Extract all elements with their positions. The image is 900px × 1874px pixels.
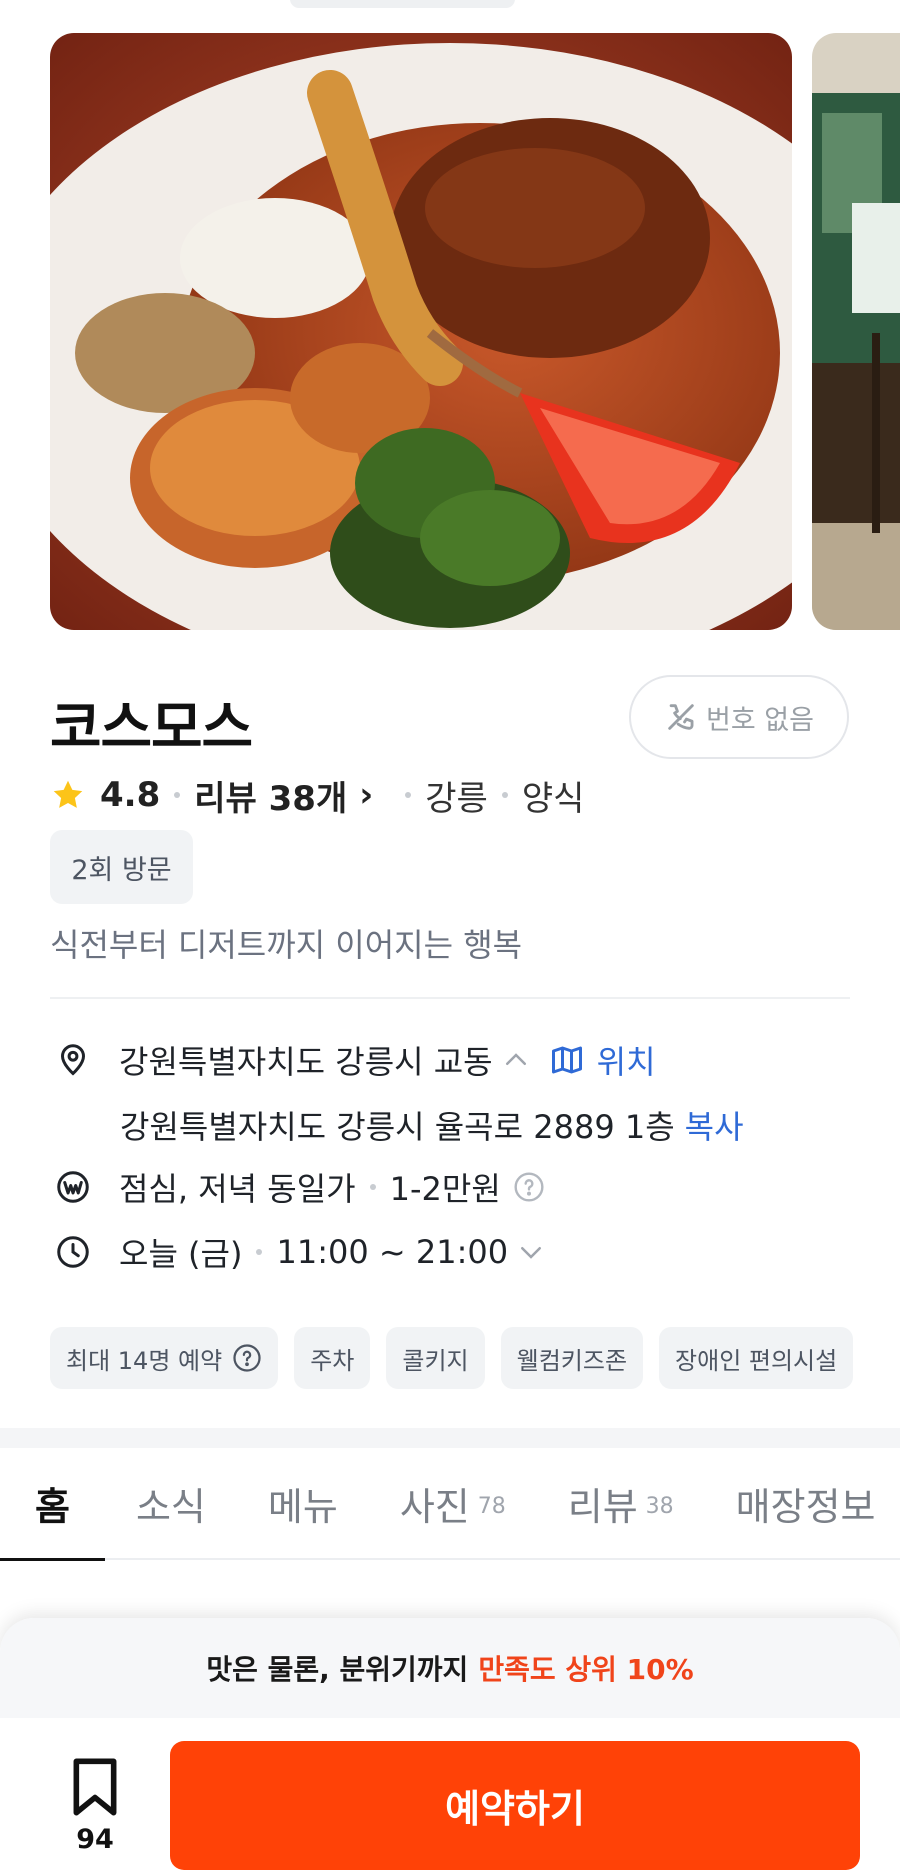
food-photo[interactable] bbox=[50, 33, 792, 630]
facility-tags: 최대 14명 예약 주차 콜키지 웰컴키즈존 장애인 편의시설 bbox=[50, 1327, 854, 1389]
chevron-right-icon[interactable]: › bbox=[359, 775, 373, 815]
price-range: 1-2만원 bbox=[389, 1170, 501, 1208]
address-area: 강원특별자치도 강릉시 교동 bbox=[119, 1043, 493, 1081]
help-circle-icon[interactable] bbox=[513, 1171, 545, 1203]
tag-parking[interactable]: 주차 bbox=[294, 1327, 371, 1389]
tag-accessibility[interactable]: 장애인 편의시설 bbox=[659, 1327, 854, 1389]
chevron-down-icon[interactable] bbox=[516, 1237, 546, 1267]
full-address-row: 강원특별자치도 강릉시 율곡로 2889 1층 복사 bbox=[120, 1102, 744, 1148]
tab-bar: 홈 소식 메뉴 사진 78 리뷰 38 매장정보 bbox=[0, 1447, 900, 1561]
rating-row: 4.8 리뷰 38개 › 강릉 양식 bbox=[50, 770, 584, 820]
reserve-button[interactable]: 예약하기 bbox=[170, 1741, 860, 1870]
phone-off-icon bbox=[668, 704, 694, 730]
photo-gallery[interactable] bbox=[0, 33, 900, 630]
map-link-label: 위치 bbox=[596, 1043, 656, 1081]
tab-home[interactable]: 홈 bbox=[0, 1447, 105, 1561]
phone-status-label: 번호 없음 bbox=[706, 704, 814, 736]
separator-dot bbox=[369, 1184, 376, 1190]
tag-reservation[interactable]: 최대 14명 예약 bbox=[50, 1327, 279, 1389]
tab-label: 사진 bbox=[399, 1484, 470, 1529]
separator-dot bbox=[256, 1249, 263, 1255]
promo-text: 맛은 물론, 분위기까지 bbox=[206, 1653, 469, 1686]
bookmark-icon bbox=[73, 1758, 117, 1816]
review-count-link[interactable]: 리뷰 38개 bbox=[194, 771, 347, 820]
promo-highlight: 만족도 상위 10% bbox=[478, 1653, 694, 1686]
won-icon bbox=[57, 1171, 89, 1203]
tag-corkage[interactable]: 콜키지 bbox=[386, 1327, 485, 1389]
clock-icon bbox=[57, 1236, 89, 1268]
tab-label: 매장정보 bbox=[735, 1484, 876, 1529]
restaurant-tagline: 식전부터 디저트까지 이어지는 행복 bbox=[50, 926, 523, 964]
full-address: 강원특별자치도 강릉시 율곡로 2889 1층 bbox=[120, 1108, 675, 1146]
price-meal: 점심, 저녁 동일가 bbox=[119, 1170, 356, 1208]
help-circle-icon bbox=[233, 1344, 261, 1372]
tab-label: 소식 bbox=[135, 1484, 206, 1529]
tab-photos[interactable]: 사진 78 bbox=[400, 1447, 506, 1559]
tab-count: 78 bbox=[477, 1493, 506, 1519]
tab-label: 메뉴 bbox=[267, 1484, 338, 1529]
phone-button[interactable]: 번호 없음 bbox=[629, 675, 849, 759]
category-label: 양식 bbox=[521, 778, 585, 819]
tab-reviews[interactable]: 리뷰 38 bbox=[568, 1447, 674, 1559]
divider bbox=[50, 997, 850, 999]
bookmark-button[interactable]: 94 bbox=[58, 1756, 132, 1855]
bookmark-count: 94 bbox=[76, 1824, 114, 1855]
map-location-link[interactable]: 위치 bbox=[549, 1037, 656, 1083]
star-icon bbox=[53, 780, 83, 808]
separator-dot bbox=[174, 792, 181, 798]
region-label: 강릉 bbox=[425, 778, 488, 819]
address-row: 강원특별자치도 강릉시 교동 위치 bbox=[55, 1037, 656, 1083]
hours-row[interactable]: 오늘 (금) 11:00 ~ 21:00 bbox=[55, 1229, 546, 1275]
tab-count: 38 bbox=[645, 1493, 674, 1519]
tag-label: 최대 14명 예약 bbox=[66, 1346, 223, 1375]
separator-dot bbox=[405, 792, 412, 798]
interior-photo[interactable] bbox=[812, 33, 900, 630]
copy-address-button[interactable]: 복사 bbox=[685, 1102, 744, 1148]
hours-day: 오늘 (금) bbox=[119, 1235, 243, 1273]
rating-value: 4.8 bbox=[100, 775, 161, 815]
tab-label: 리뷰 bbox=[567, 1484, 638, 1529]
separator-dot bbox=[501, 792, 508, 798]
chevron-up-icon[interactable] bbox=[501, 1045, 531, 1075]
section-divider bbox=[0, 1428, 900, 1448]
hours-time: 11:00 ~ 21:00 bbox=[276, 1233, 509, 1271]
restaurant-name: 코스모스 bbox=[50, 696, 253, 761]
map-icon bbox=[551, 1046, 582, 1074]
tab-news[interactable]: 소식 bbox=[136, 1447, 206, 1559]
bottom-action-sheet: 맛은 물론, 분위기까지 만족도 상위 10% 94 예약하기 bbox=[0, 1618, 900, 1874]
promo-banner: 맛은 물론, 분위기까지 만족도 상위 10% bbox=[0, 1618, 900, 1718]
tag-kids-zone[interactable]: 웰컴키즈존 bbox=[500, 1327, 644, 1389]
location-pin-icon bbox=[60, 1044, 86, 1076]
visit-count-badge: 2회 방문 bbox=[50, 830, 193, 904]
tab-menu[interactable]: 메뉴 bbox=[268, 1447, 338, 1559]
tab-store-info[interactable]: 매장정보 bbox=[736, 1447, 876, 1559]
sheet-handle bbox=[290, 0, 515, 8]
tab-label: 홈 bbox=[35, 1484, 70, 1529]
price-row: 점심, 저녁 동일가 1-2만원 bbox=[55, 1164, 545, 1210]
